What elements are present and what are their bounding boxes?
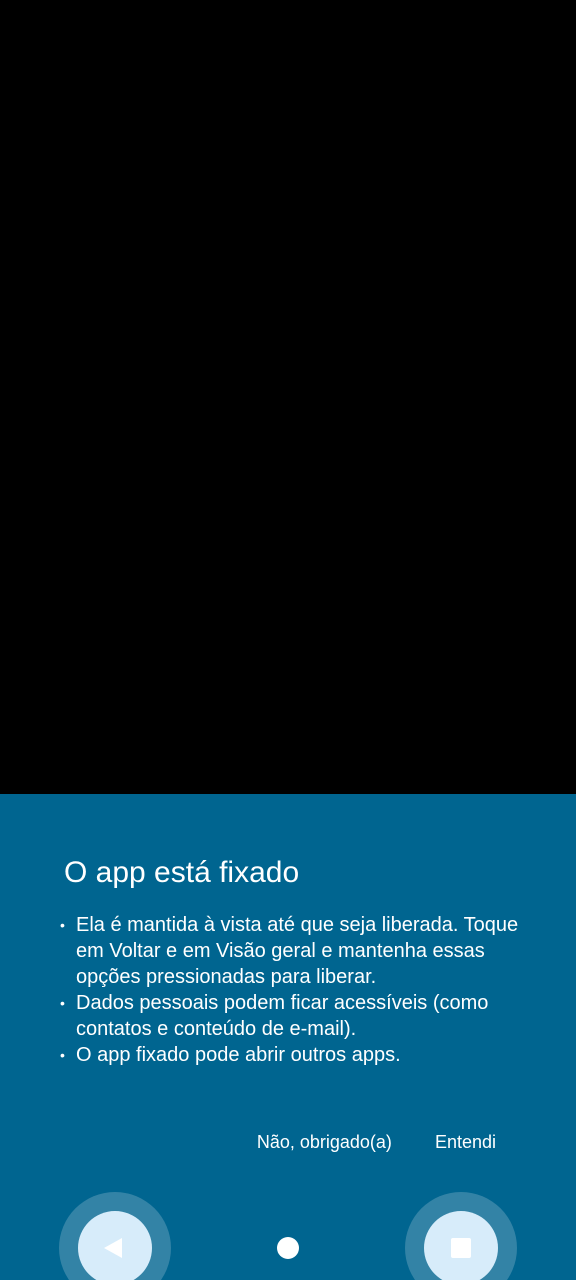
- recents-button[interactable]: [405, 1192, 517, 1280]
- bullet-icon: •: [60, 1047, 65, 1063]
- bullet-icon: •: [60, 917, 65, 933]
- pinned-app-area: [0, 0, 576, 794]
- accept-button[interactable]: Entendi: [435, 1132, 496, 1153]
- pin-info-text: Dados pessoais podem ficar acessíveis (c…: [76, 992, 489, 1040]
- pin-title: O app está fixado: [64, 856, 300, 889]
- pin-info-item: • O app fixado pode abrir outros apps.: [60, 1042, 520, 1068]
- pin-info-text: Ela é mantida à vista até que seja liber…: [76, 914, 519, 988]
- pin-actions: Não, obrigado(a) Entendi: [257, 1132, 496, 1153]
- pin-info-text: O app fixado pode abrir outros apps.: [76, 1044, 401, 1066]
- back-button-core: [78, 1211, 152, 1280]
- screen-pinning-panel: O app está fixado • Ela é mantida à vist…: [0, 794, 576, 1280]
- pin-info-item: • Ela é mantida à vista até que seja lib…: [60, 912, 520, 990]
- recents-square-icon: [451, 1238, 471, 1258]
- pin-info-list: • Ela é mantida à vista até que seja lib…: [60, 912, 520, 1068]
- bullet-icon: •: [60, 995, 65, 1011]
- decline-button[interactable]: Não, obrigado(a): [257, 1132, 392, 1153]
- screen: O app está fixado • Ela é mantida à vist…: [0, 0, 576, 1280]
- back-button[interactable]: [59, 1192, 171, 1280]
- back-triangle-icon: [104, 1238, 122, 1258]
- recents-button-core: [424, 1211, 498, 1280]
- home-circle-icon[interactable]: [277, 1237, 299, 1259]
- pin-info-item: • Dados pessoais podem ficar acessíveis …: [60, 990, 520, 1042]
